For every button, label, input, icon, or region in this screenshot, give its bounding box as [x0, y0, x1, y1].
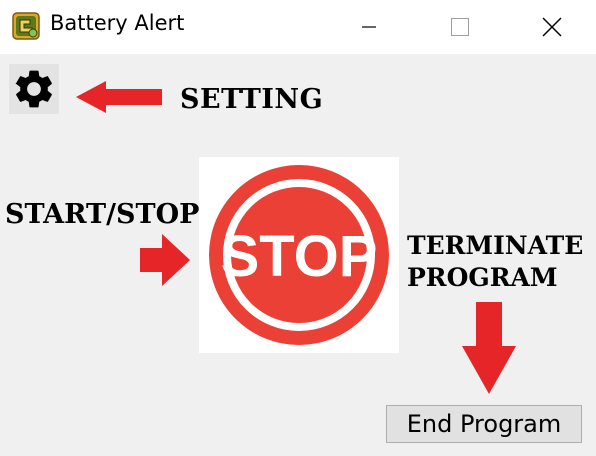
- minimize-button[interactable]: [346, 0, 392, 54]
- minimize-icon: [362, 26, 376, 28]
- program-caption: PROGRAM: [407, 263, 558, 292]
- arrow-right-icon: [140, 234, 190, 286]
- settings-button[interactable]: [9, 64, 59, 114]
- gear-icon: [15, 70, 52, 108]
- start-stop-caption: START/STOP: [5, 199, 200, 230]
- arrow-left-icon: [76, 81, 162, 113]
- end-program-button[interactable]: End Program: [386, 405, 582, 443]
- terminate-caption: TERMINATE: [407, 231, 584, 260]
- maximize-button[interactable]: [437, 0, 483, 54]
- close-button[interactable]: [529, 0, 575, 54]
- battery-alert-app-icon: [12, 12, 40, 40]
- stop-sign-text: STOP: [221, 224, 378, 289]
- window-title: Battery Alert: [50, 11, 185, 35]
- title-bar: Battery Alert: [0, 0, 596, 54]
- close-icon: [542, 17, 562, 37]
- maximize-icon: [451, 18, 469, 36]
- setting-caption: SETTING: [180, 84, 324, 115]
- stop-sign-icon: STOP: [209, 165, 389, 345]
- arrow-down-icon: [462, 302, 516, 394]
- start-stop-button[interactable]: STOP: [199, 157, 399, 353]
